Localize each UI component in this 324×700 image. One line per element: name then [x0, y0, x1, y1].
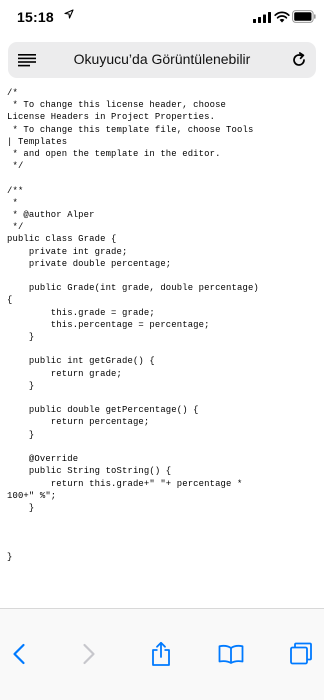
- tabs-button[interactable]: [284, 637, 318, 671]
- status-bar: 15:18: [0, 0, 324, 36]
- code-line: | Templates: [7, 136, 68, 147]
- code-line: return percentage;: [7, 417, 150, 428]
- bookmarks-button[interactable]: [214, 637, 248, 671]
- code-line: /*: [7, 88, 18, 98]
- code-line: *: [7, 197, 18, 208]
- code-block: /* * To change this license header, choo…: [7, 87, 259, 563]
- code-line: }: [7, 380, 35, 391]
- code-line: return grade;: [7, 368, 122, 379]
- code-line: private int grade;: [7, 246, 128, 257]
- code-line: * and open the template in the editor.: [7, 149, 221, 160]
- code-line: }: [7, 551, 13, 562]
- forward-button[interactable]: [72, 637, 106, 671]
- reader-view-icon[interactable]: [17, 52, 37, 68]
- code-line: }: [7, 429, 35, 440]
- reload-icon[interactable]: [291, 52, 307, 68]
- cellular-signal-icon: [253, 12, 271, 23]
- bookmarks-icon: [218, 644, 244, 664]
- location-arrow-icon: [64, 9, 74, 19]
- code-line: this.percentage = percentage;: [7, 319, 210, 330]
- tabs-icon: [290, 642, 312, 665]
- code-line: public String toString() {: [7, 466, 172, 477]
- code-line: }: [7, 502, 35, 513]
- status-time: 15:18: [17, 9, 54, 25]
- code-line: public double getPercentage() {: [7, 405, 199, 416]
- code-line: this.grade = grade;: [7, 307, 155, 318]
- code-line: {: [7, 295, 13, 306]
- code-line: */: [7, 161, 24, 172]
- code-line: License Headers in Project Properties.: [7, 112, 216, 123]
- code-line: public int getGrade() {: [7, 356, 155, 367]
- code-line: * To change this template file, choose T…: [7, 124, 254, 135]
- back-button[interactable]: [2, 637, 36, 671]
- forward-icon: [83, 643, 95, 665]
- code-line: 100+" %";: [7, 490, 57, 501]
- wifi-icon: [274, 11, 290, 23]
- bottom-toolbar: [0, 608, 324, 700]
- code-line: @Override: [7, 454, 79, 465]
- battery-icon: [292, 10, 316, 23]
- code-line: /**: [7, 185, 24, 196]
- share-button[interactable]: [144, 637, 178, 671]
- code-line: private double percentage;: [7, 258, 172, 269]
- code-line: public Grade(int grade, double percentag…: [7, 283, 259, 294]
- code-line: * @author Alper: [7, 210, 95, 221]
- url-text[interactable]: Okuyucu’da Görüntülenebilir: [44, 51, 280, 67]
- share-icon: [152, 641, 170, 666]
- code-line: return this.grade+" "+ percentage *: [7, 478, 243, 489]
- page-content: /* * To change this license header, choo…: [0, 84, 324, 604]
- code-line: }: [7, 332, 35, 343]
- address-bar[interactable]: Okuyucu’da Görüntülenebilir: [8, 42, 316, 78]
- code-line: public class Grade {: [7, 234, 117, 245]
- code-line: * To change this license header, choose: [7, 100, 227, 111]
- back-icon: [13, 643, 25, 665]
- code-line: */: [7, 222, 24, 233]
